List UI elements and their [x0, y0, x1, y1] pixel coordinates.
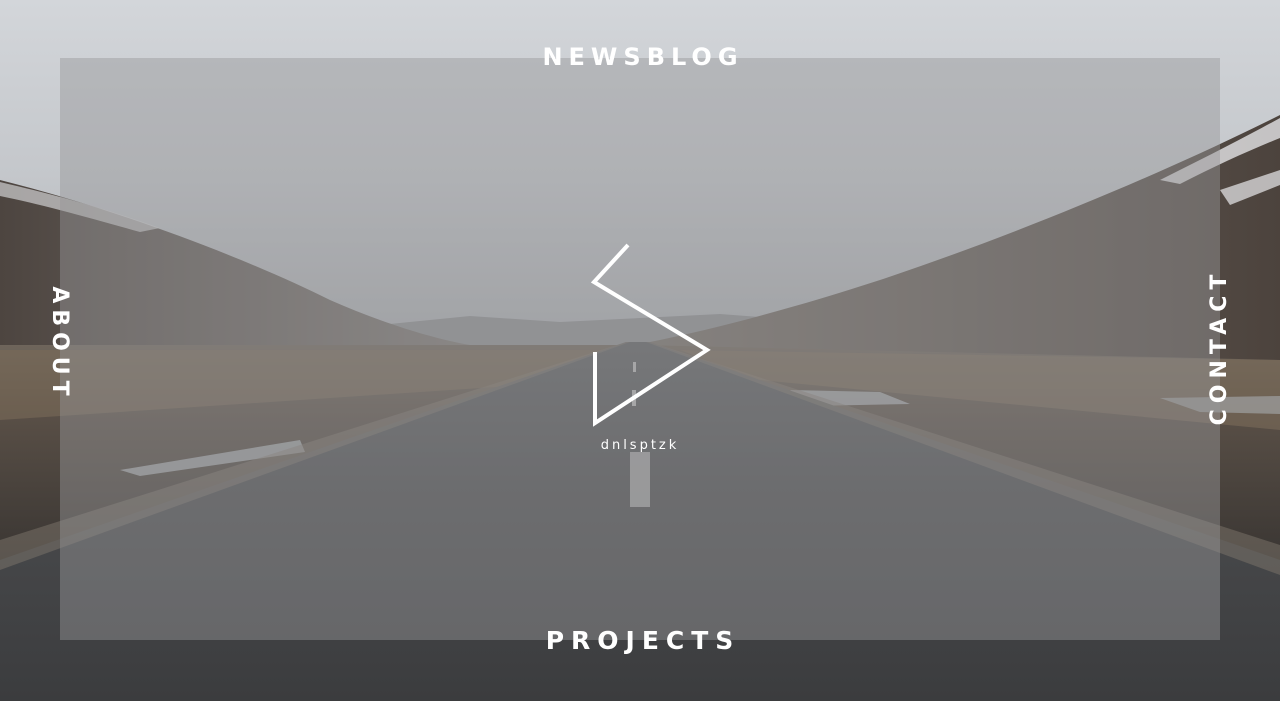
play-s-monogram-icon[interactable] [586, 242, 716, 432]
nav-newsblog-link[interactable]: NEWSBLOG [0, 40, 1280, 74]
nav-about-label: ABOUT [47, 286, 72, 402]
brand-name: dnlsptzk [600, 438, 680, 453]
nav-about-link[interactable]: ABOUT [46, 286, 72, 401]
nav-contact-label: CONTACT [1207, 268, 1232, 426]
nav-projects-link[interactable]: PROJECTS [0, 624, 1280, 658]
nav-contact-link[interactable]: CONTACT [1207, 269, 1233, 426]
nav-projects-label: PROJECTS [545, 626, 741, 655]
nav-newsblog-label: NEWSBLOG [542, 43, 744, 71]
